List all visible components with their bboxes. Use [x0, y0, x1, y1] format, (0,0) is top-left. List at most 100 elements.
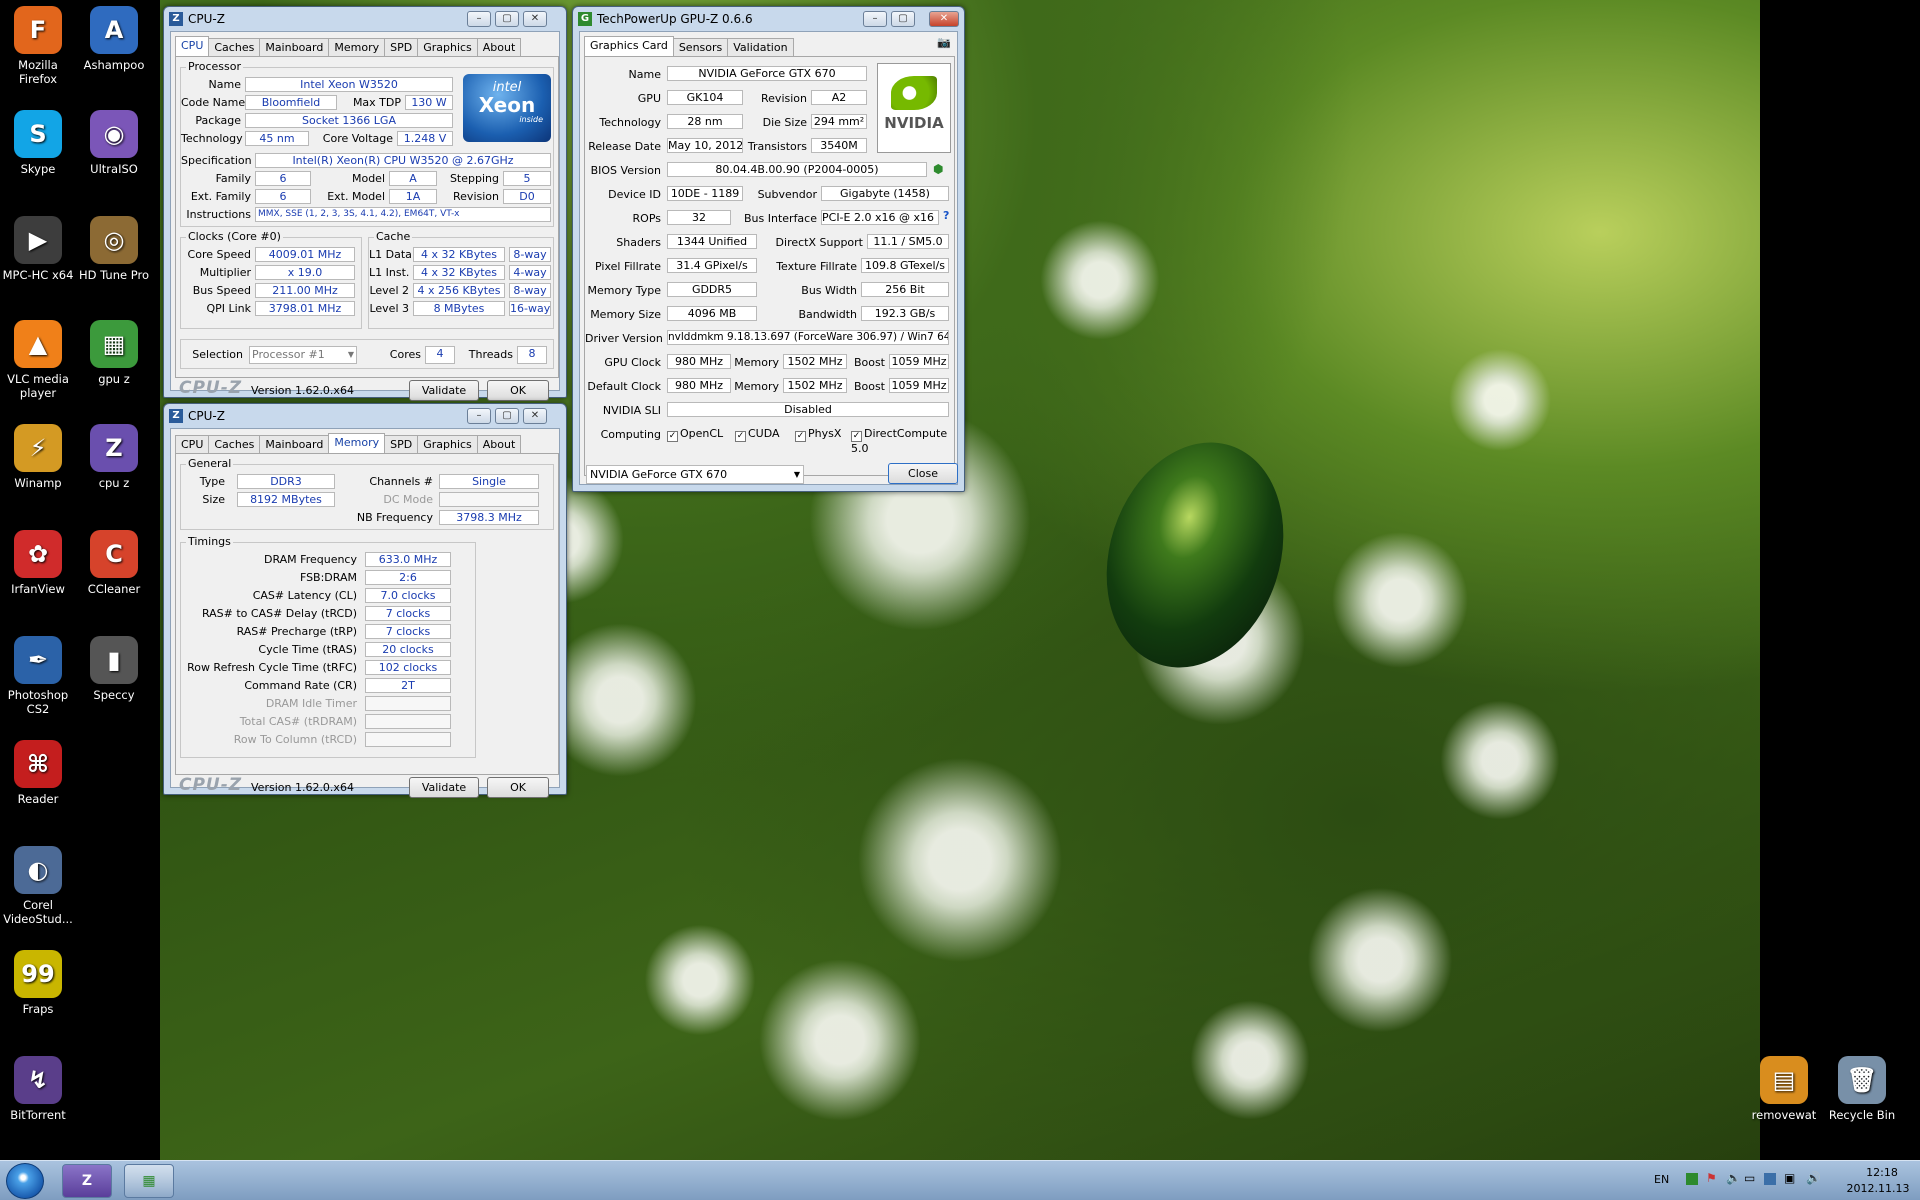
stepping-value: 5: [503, 171, 551, 186]
tab-mainboard[interactable]: Mainboard: [259, 38, 330, 56]
tab-validation[interactable]: Validation: [727, 38, 794, 56]
maximize-button[interactable]: ▢: [891, 11, 915, 27]
cuda-label: CUDA: [748, 427, 780, 440]
tray-volume-icon[interactable]: 🔊: [1806, 1171, 1821, 1185]
desktop-icon-17[interactable]: ↯ BitTorrent: [0, 1056, 78, 1122]
desktop-icon-0[interactable]: F Mozilla Firefox: [0, 6, 78, 86]
desktop-icon-15[interactable]: ◐ Corel VideoStud...: [0, 846, 78, 926]
directx-value: 11.1 / SM5.0: [867, 234, 949, 249]
tray-network-icon[interactable]: ▭: [1744, 1171, 1755, 1185]
close-button[interactable]: Close: [888, 463, 958, 484]
desktop-icon-label: Skype: [20, 162, 56, 176]
desktop-icon-label: UltraISO: [90, 162, 138, 176]
cuda-check[interactable]: ✓ CUDA: [735, 427, 780, 442]
desktop-right-icon-1[interactable]: 🗑 Recycle Bin: [1822, 1056, 1902, 1122]
desktop-icon-14[interactable]: ⌘ Reader: [0, 740, 78, 806]
desktop-icon-5[interactable]: ◎ HD Tune Pro: [74, 216, 154, 282]
dcmode-label: DC Mode: [383, 493, 433, 506]
minimize-button[interactable]: –: [863, 11, 887, 27]
camera-icon[interactable]: 📷: [937, 36, 951, 49]
chevron-down-icon: ▼: [793, 470, 800, 479]
tab-sensors[interactable]: Sensors: [672, 38, 729, 56]
desktop-icon-10[interactable]: ✿ IrfanView: [0, 530, 78, 596]
tab-strip: Graphics Card Sensors Validation: [584, 36, 794, 56]
clock-date[interactable]: 2012.11.13: [1840, 1182, 1916, 1195]
desktop-icon-8[interactable]: ⚡ Winamp: [0, 424, 78, 490]
language-indicator[interactable]: EN: [1654, 1173, 1669, 1186]
channels-label: Channels #: [369, 475, 433, 488]
start-button[interactable]: [6, 1163, 44, 1199]
memorytype-value: GDDR5: [667, 282, 757, 297]
desktop-icon-3[interactable]: ◉ UltraISO: [74, 110, 154, 176]
close-button[interactable]: ✕: [929, 11, 959, 27]
minimize-button[interactable]: –: [467, 408, 491, 424]
timing-value: [365, 696, 451, 711]
desktop-app-icon: ▲: [14, 320, 62, 368]
close-button[interactable]: ✕: [523, 408, 547, 424]
flower-cluster: [1180, 990, 1320, 1130]
tab-about[interactable]: About: [476, 435, 522, 453]
ok-button[interactable]: OK: [487, 777, 549, 798]
l1data-value: 4 x 32 KBytes: [413, 247, 505, 262]
tray-app-icon[interactable]: [1764, 1173, 1776, 1185]
ok-button[interactable]: OK: [487, 380, 549, 401]
title-bar[interactable]: G TechPowerUp GPU-Z 0.6.6 – ▢ ✕: [573, 7, 964, 31]
bios-share-icon[interactable]: ⬢: [933, 162, 943, 176]
maximize-button[interactable]: ▢: [495, 408, 519, 424]
desktop-icon-label: Winamp: [14, 476, 62, 490]
timing-label: Total CAS# (tRDRAM): [239, 715, 357, 728]
tab-cpu[interactable]: CPU: [175, 36, 210, 56]
clock-time[interactable]: 12:18: [1852, 1166, 1912, 1179]
close-button[interactable]: ✕: [523, 11, 547, 27]
minimize-button[interactable]: –: [467, 11, 491, 27]
desktop-icon-2[interactable]: S Skype: [0, 110, 78, 176]
tab-spd[interactable]: SPD: [384, 38, 419, 56]
physx-check[interactable]: ✓ PhysX: [795, 427, 841, 442]
title-bar[interactable]: Z CPU-Z – ▢ ✕: [164, 7, 566, 31]
tab-about[interactable]: About: [476, 38, 522, 56]
taskbar-cpuz-button[interactable]: Z: [62, 1164, 112, 1198]
sli-label: NVIDIA SLI: [602, 404, 661, 417]
timing-value: 102 clocks: [365, 660, 451, 675]
tab-graphics[interactable]: Graphics: [417, 38, 478, 56]
timing-value: 633.0 MHz: [365, 552, 451, 567]
desktop-icon-12[interactable]: ✒ Photoshop CS2: [0, 636, 78, 716]
tab-memory[interactable]: Memory: [328, 38, 386, 56]
desktop-icon-1[interactable]: A Ashampoo: [74, 6, 154, 72]
level3-assoc: 16-way: [509, 301, 551, 316]
validate-button[interactable]: Validate: [409, 777, 479, 798]
maximize-button[interactable]: ▢: [495, 11, 519, 27]
tray-nvidia-icon[interactable]: [1686, 1173, 1698, 1185]
tab-spd[interactable]: SPD: [384, 435, 419, 453]
tray-monitor-icon[interactable]: ▣: [1784, 1171, 1795, 1185]
tab-memory[interactable]: Memory: [328, 433, 386, 453]
directcompute-check[interactable]: ✓ DirectCompute 5.0: [851, 427, 954, 455]
desktop-icon-9[interactable]: Zcpu z: [74, 424, 154, 490]
package-label: Package: [195, 114, 241, 127]
pixelfillrate-label: Pixel Fillrate: [595, 260, 661, 273]
desktop-icon-11[interactable]: C CCleaner: [74, 530, 154, 596]
validate-button[interactable]: Validate: [409, 380, 479, 401]
tray-speaker-icon[interactable]: 🔈: [1726, 1171, 1741, 1185]
tab-caches[interactable]: Caches: [208, 38, 261, 56]
tab-cpu[interactable]: CPU: [175, 435, 210, 453]
processor-select[interactable]: Processor #1 ▼: [249, 346, 357, 364]
desktop-icon-6[interactable]: ▲ VLC media player: [0, 320, 78, 400]
opencl-check[interactable]: ✓ OpenCL: [667, 427, 723, 442]
desktop-icon-7[interactable]: ▦ gpu z: [74, 320, 154, 386]
tab-graphics[interactable]: Graphics: [417, 435, 478, 453]
title-bar[interactable]: Z CPU-Z – ▢ ✕: [164, 404, 566, 428]
help-icon[interactable]: ?: [943, 209, 949, 222]
card-select[interactable]: NVIDIA GeForce GTX 670 ▼: [586, 465, 804, 484]
tray-flag-icon[interactable]: ⚑: [1706, 1171, 1717, 1185]
desktop-right-icon-0[interactable]: ▤ removewat: [1744, 1056, 1824, 1122]
timing-value: 2T: [365, 678, 451, 693]
desktop-icon-16[interactable]: 99 Fraps: [0, 950, 78, 1016]
tab-caches[interactable]: Caches: [208, 435, 261, 453]
desktop-icon-13[interactable]: ▮ Speccy: [74, 636, 154, 702]
tab-mainboard[interactable]: Mainboard: [259, 435, 330, 453]
taskbar-gpuz-button[interactable]: ▦: [124, 1164, 174, 1198]
qpilink-value: 3798.01 MHz: [255, 301, 355, 316]
tab-graphics-card[interactable]: Graphics Card: [584, 36, 674, 56]
desktop-icon-4[interactable]: ▶ MPC-HC x64: [0, 216, 78, 282]
